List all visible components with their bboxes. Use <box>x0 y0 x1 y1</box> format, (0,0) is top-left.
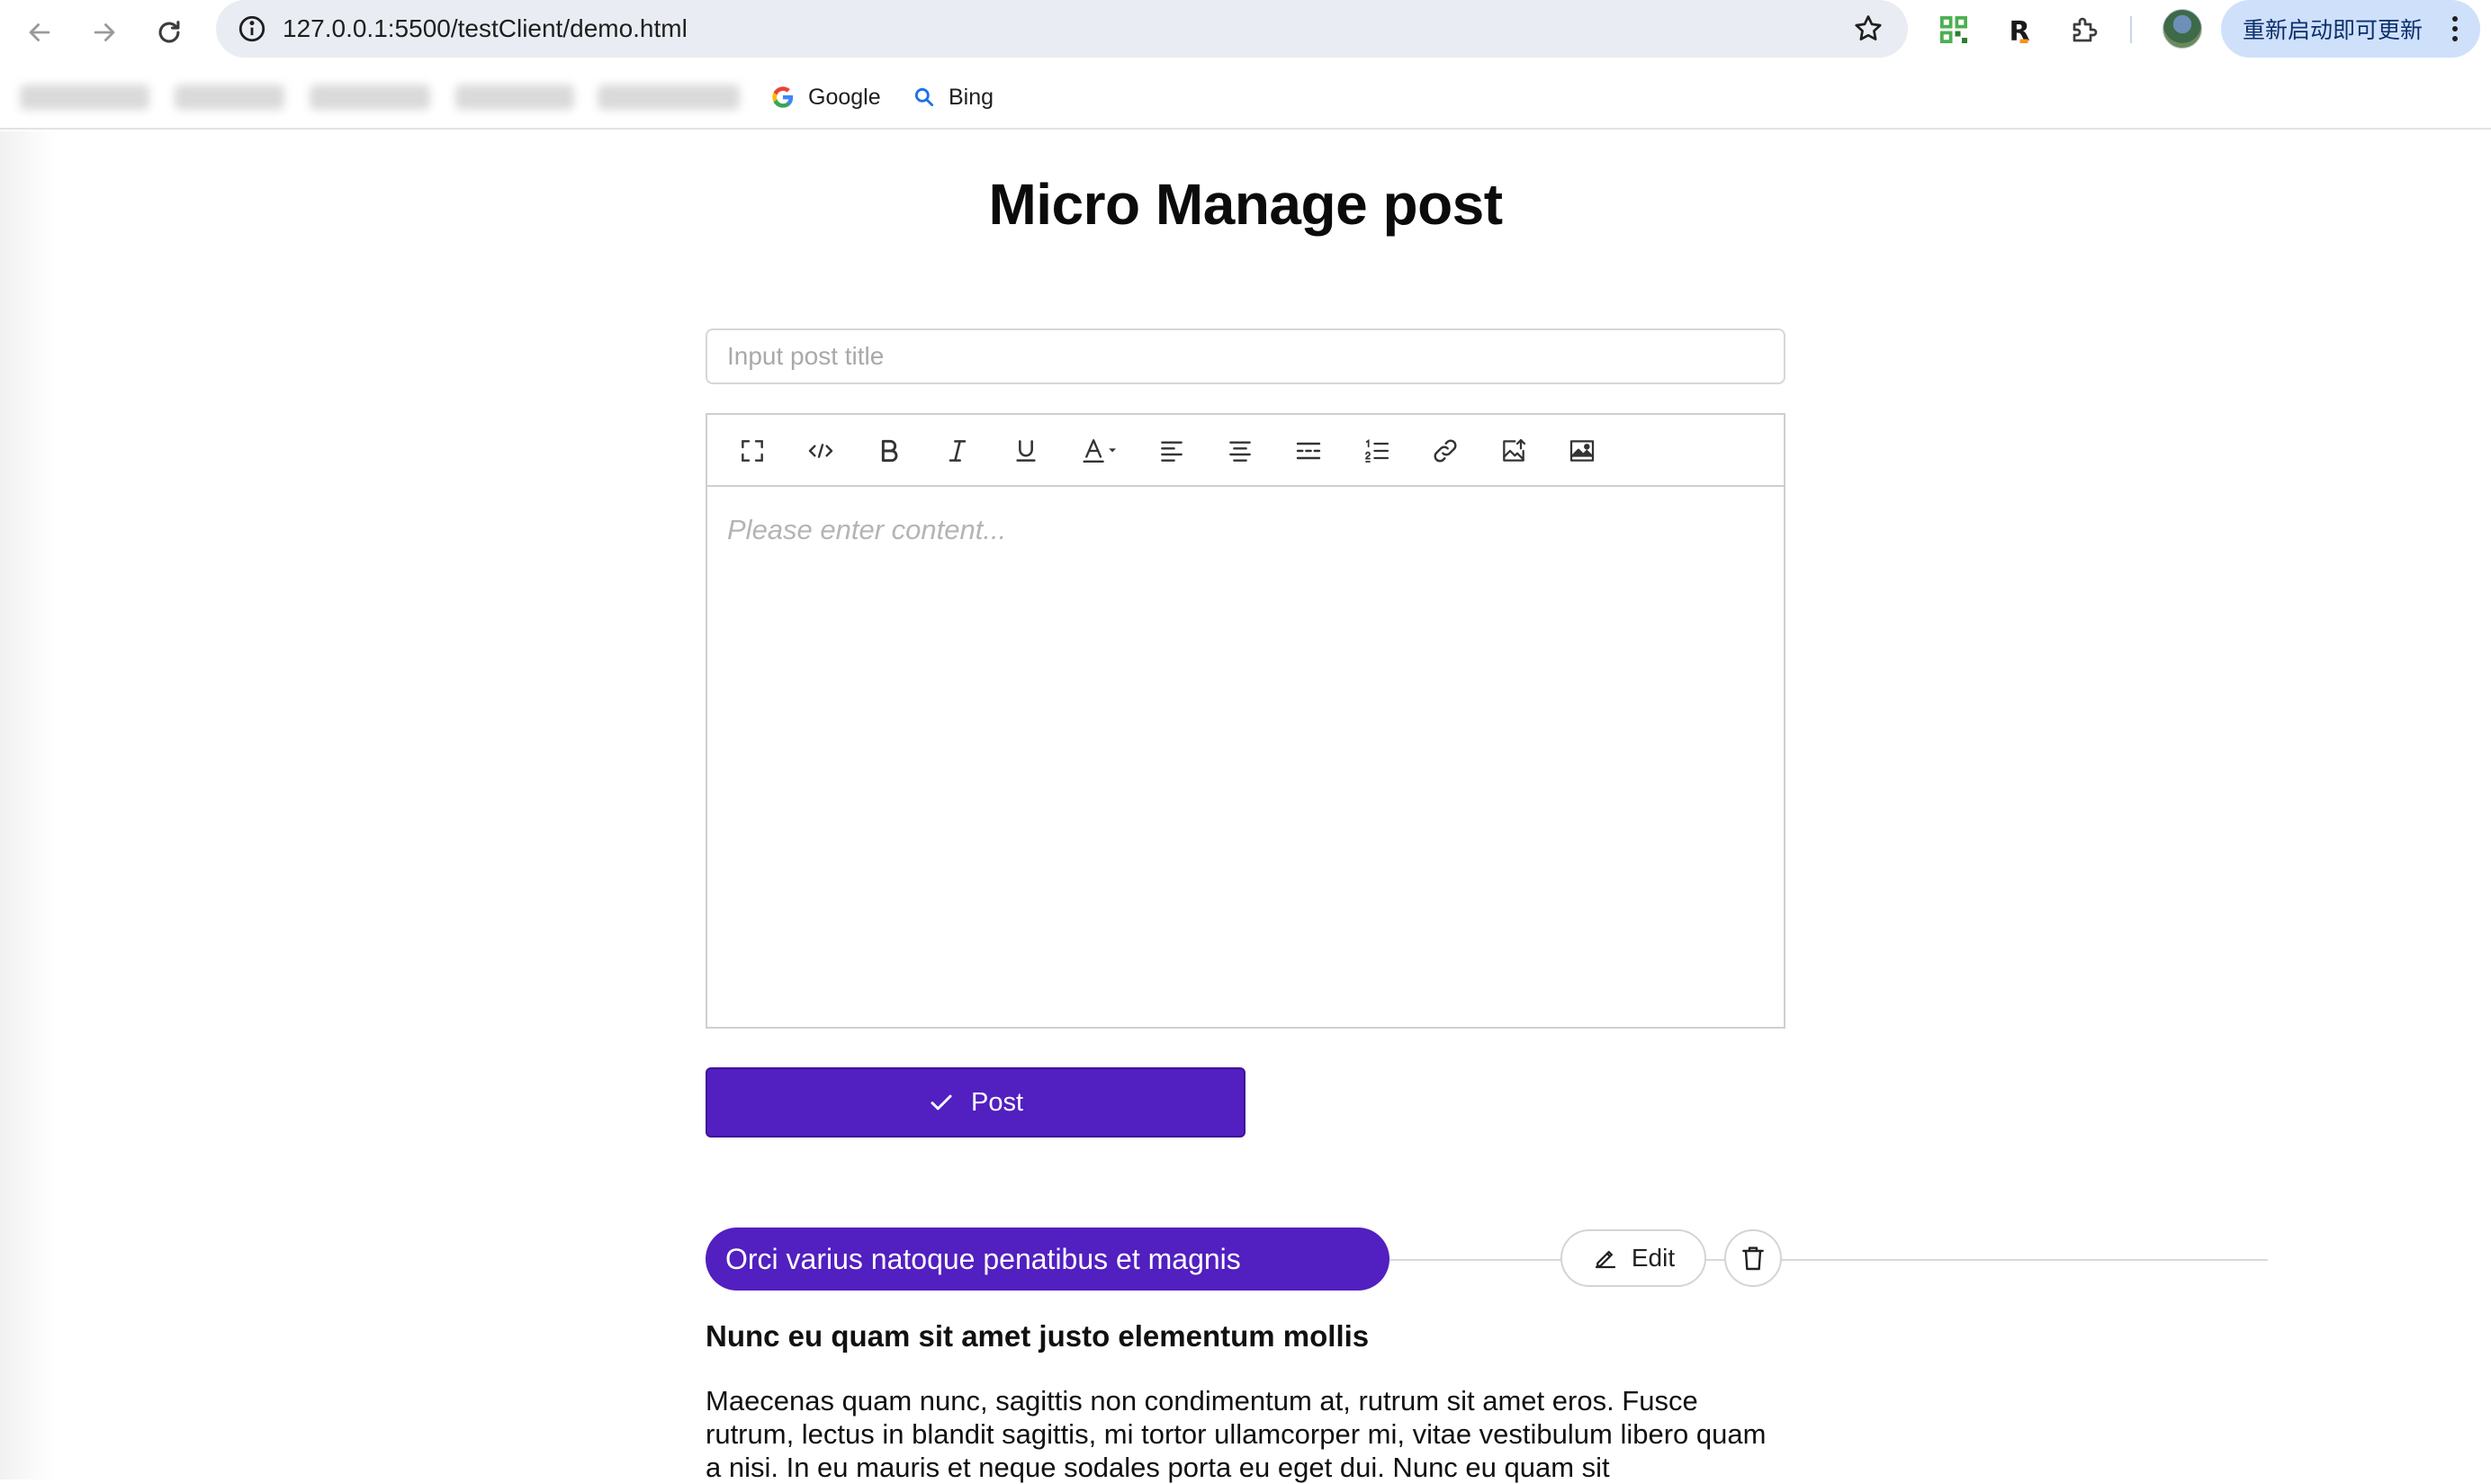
post-button-label: Post <box>970 1087 1024 1117</box>
r-extension-icon[interactable]: R <box>1996 7 2041 52</box>
upload-image-icon <box>1503 438 1526 462</box>
post-body-text: Maecenas quam nunc, sagittis non condime… <box>706 1385 1767 1483</box>
bookmark-star-icon[interactable] <box>1850 11 1886 47</box>
page-edge-shadow <box>0 131 54 1480</box>
reload-button[interactable] <box>142 5 196 59</box>
bookmark-google[interactable]: Google <box>770 76 881 119</box>
align-center-button[interactable] <box>1219 429 1262 472</box>
ordered-list-icon <box>1365 439 1389 463</box>
qr-extension-icon[interactable] <box>1931 7 1976 52</box>
post-button[interactable]: Post <box>706 1067 1246 1138</box>
browser-toolbar: 127.0.0.1:5500/testClient/demo.html R 重新… <box>0 0 2491 65</box>
bookmark-label: Bing <box>949 84 994 110</box>
font-color-button[interactable] <box>1073 429 1129 472</box>
arrow-right-icon <box>94 23 115 41</box>
profile-avatar[interactable] <box>2163 9 2202 49</box>
search-icon <box>914 87 934 107</box>
post-title-input[interactable] <box>706 328 1785 384</box>
fullscreen-button[interactable] <box>731 429 774 472</box>
post-subtitle: Nunc eu quam sit amet justo elementum mo… <box>706 1319 1370 1353</box>
underline-icon <box>1016 440 1036 462</box>
page-title: Micro Manage post <box>988 172 1503 237</box>
align-center-icon <box>1229 441 1251 462</box>
editor-toolbar <box>707 415 1784 487</box>
editor-content-area[interactable]: Please enter content... <box>707 489 1784 1027</box>
font-color-icon <box>1083 439 1117 463</box>
upload-image-button[interactable] <box>1492 429 1535 472</box>
back-button[interactable] <box>13 5 67 59</box>
address-bar[interactable]: 127.0.0.1:5500/testClient/demo.html <box>216 0 1908 58</box>
link-button[interactable] <box>1424 429 1467 472</box>
bookmark-blurred[interactable] <box>455 85 574 110</box>
post-item-header: Orci varius natoque penatibus et magnis … <box>706 1228 2268 1292</box>
bookmark-bing[interactable]: Bing <box>913 76 994 119</box>
trash-icon <box>1742 1246 1764 1271</box>
toolbar-divider <box>2130 16 2132 43</box>
delete-button[interactable] <box>1724 1229 1782 1287</box>
editor-placeholder: Please enter content... <box>727 514 1007 545</box>
forward-button[interactable] <box>77 5 131 59</box>
rich-text-editor: Please enter content... <box>706 413 1785 1029</box>
check-icon <box>931 1094 952 1111</box>
bold-icon <box>881 439 898 463</box>
underline-button[interactable] <box>1004 429 1048 472</box>
bookmark-blurred[interactable] <box>20 85 149 110</box>
post-title-pill: Orci varius natoque penatibus et magnis <box>706 1228 1389 1291</box>
bookmarks-bar: Google Bing <box>0 65 2491 130</box>
code-view-button[interactable] <box>799 429 842 472</box>
arrow-left-icon <box>29 23 50 41</box>
site-info-icon[interactable] <box>234 11 270 47</box>
update-label: 重新启动即可更新 <box>2243 17 2424 43</box>
edit-button[interactable]: Edit <box>1560 1229 1706 1287</box>
align-left-button[interactable] <box>1150 429 1193 472</box>
horizontal-rule-button[interactable] <box>1287 429 1330 472</box>
horizontal-rule-icon <box>1296 442 1321 460</box>
divider-line <box>1389 1259 2268 1261</box>
edit-button-label: Edit <box>1631 1244 1676 1272</box>
menu-dots-icon <box>2446 13 2464 45</box>
reload-icon <box>158 21 180 43</box>
bookmark-blurred[interactable] <box>598 85 740 110</box>
image-icon <box>1569 440 1595 462</box>
google-icon <box>772 86 794 108</box>
extensions-icon[interactable] <box>2063 7 2108 52</box>
bookmark-blurred[interactable] <box>175 85 284 110</box>
ordered-list-button[interactable] <box>1355 429 1398 472</box>
italic-button[interactable] <box>936 429 979 472</box>
bookmark-blurred[interactable] <box>310 85 430 110</box>
bookmark-label: Google <box>808 84 881 110</box>
url-text[interactable]: 127.0.0.1:5500/testClient/demo.html <box>283 0 688 58</box>
pencil-icon <box>1595 1251 1615 1269</box>
update-button[interactable]: 重新启动即可更新 <box>2221 0 2480 58</box>
insert-image-button[interactable] <box>1560 429 1604 472</box>
italic-icon <box>949 440 967 462</box>
align-left-icon <box>1161 441 1183 462</box>
link-icon <box>1434 439 1457 463</box>
fullscreen-icon <box>742 440 763 462</box>
bold-button[interactable] <box>868 429 911 472</box>
page-viewport: Micro Manage post Input post title Pleas… <box>0 131 2491 1483</box>
code-icon <box>808 444 833 458</box>
